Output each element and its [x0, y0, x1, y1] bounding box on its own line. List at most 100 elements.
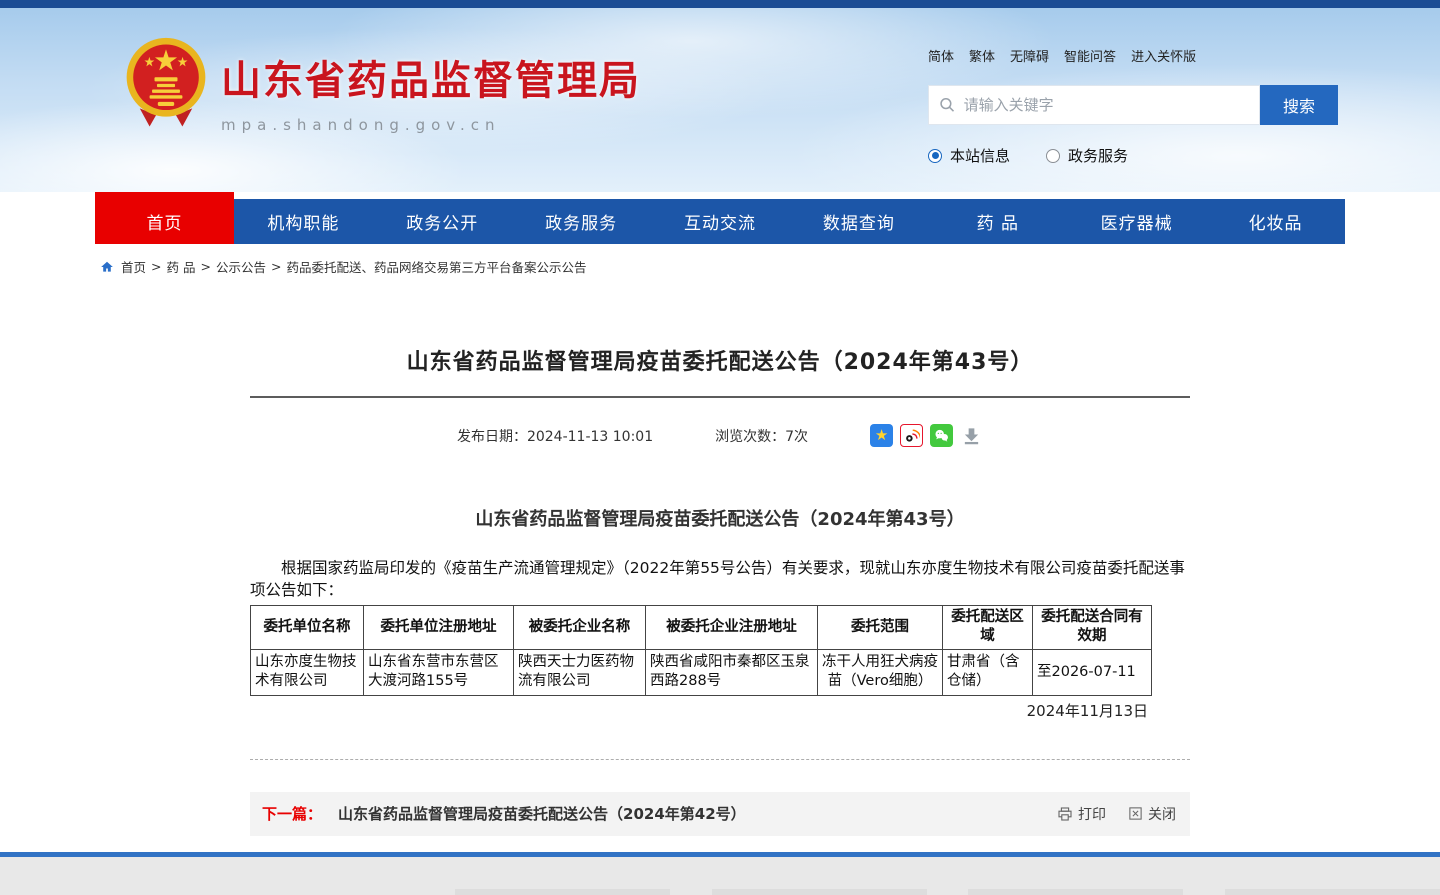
radio-gov-services[interactable]: 政务服务 — [1046, 145, 1128, 166]
article-content: 山东省药品监督管理局疫苗委托配送公告（2024年第43号） 发布日期：2024-… — [250, 348, 1190, 836]
top-utility-links: 简体 繁体 无障碍 智能问答 进入关怀版 — [928, 46, 1338, 65]
table-header-row: 委托单位名称 委托单位注册地址 被委托企业名称 被委托企业注册地址 委托范围 委… — [251, 605, 1152, 649]
close-icon — [1128, 806, 1143, 821]
footer-widget — [1225, 889, 1440, 895]
print-button[interactable]: 打印 — [1057, 804, 1106, 824]
prev-article: 下一篇： 山东省药品监督管理局疫苗委托配送公告（2024年第42号） — [262, 803, 746, 824]
prev-article-bar: 下一篇： 山东省药品监督管理局疫苗委托配送公告（2024年第42号） 打印 — [250, 792, 1190, 836]
radio-site-info-label: 本站信息 — [950, 145, 1010, 166]
breadcrumb-separator: > — [271, 259, 281, 274]
nav-item-functions[interactable]: 机构职能 — [234, 192, 373, 244]
nav-item-interaction[interactable]: 互动交流 — [651, 192, 790, 244]
search-input[interactable] — [964, 96, 1249, 114]
radio-unchecked-icon[interactable] — [1046, 149, 1060, 163]
title-divider — [250, 396, 1190, 398]
col-region: 委托配送区域 — [943, 605, 1033, 649]
site-header: 山东省药品监督管理局 mpa.shandong.gov.cn 简体 繁体 无障碍… — [0, 8, 1440, 192]
page-title: 山东省药品监督管理局疫苗委托配送公告（2024年第43号） — [250, 348, 1190, 379]
footer-widget — [968, 889, 1183, 895]
home-icon — [100, 260, 114, 274]
breadcrumb-public-notices[interactable]: 公示公告 — [216, 257, 266, 276]
link-traditional[interactable]: 繁体 — [969, 46, 995, 65]
print-label: 打印 — [1078, 804, 1106, 824]
article-meta: 发布日期：2024-11-13 10:01 浏览次数：7次 — [250, 423, 1190, 449]
view-count-label: 浏览次数： — [715, 429, 785, 445]
cell-contract-validity: 至2026-07-11 — [1033, 649, 1152, 695]
close-label: 关闭 — [1148, 804, 1176, 824]
prev-article-label: 下一篇： — [262, 803, 322, 824]
breadcrumb-current-section[interactable]: 药品委托配送、药品网络交易第三方平台备案公示公告 — [286, 257, 586, 276]
footer-widget — [712, 889, 927, 895]
article-paragraph: 根据国家药监局印发的《疫苗生产流通管理规定》（2022年第55号公告）有关要求，… — [250, 557, 1190, 602]
close-button[interactable]: 关闭 — [1128, 804, 1176, 824]
footer-widget — [455, 889, 670, 895]
sign-date: 2024年11月13日 — [250, 700, 1190, 721]
printer-icon — [1057, 806, 1073, 822]
col-entrusted-address: 被委托企业注册地址 — [646, 605, 818, 649]
table-body: 山东亦度生物技术有限公司 山东省东营市东营区大渡河路155号 陕西天士力医药物流… — [251, 649, 1152, 695]
link-smart-qa[interactable]: 智能问答 — [1064, 46, 1116, 65]
nav-item-gov-services[interactable]: 政务服务 — [512, 192, 651, 244]
breadcrumb-drugs[interactable]: 药 品 — [167, 257, 196, 276]
nav-item-cosmetics[interactable]: 化妆品 — [1206, 192, 1345, 244]
wechat-icon[interactable] — [930, 424, 953, 447]
table-header: 委托单位名称 委托单位注册地址 被委托企业名称 被委托企业注册地址 委托范围 委… — [251, 605, 1152, 649]
nav-item-home[interactable]: 首页 — [95, 192, 234, 244]
cell-entrusted-address: 陕西省咸阳市秦都区玉泉西路288号 — [646, 649, 818, 695]
link-simplified[interactable]: 简体 — [928, 46, 954, 65]
nav-item-gov-disclosure[interactable]: 政务公开 — [373, 192, 512, 244]
article-tools: 打印 关闭 — [1057, 804, 1176, 824]
cell-entrusted-name: 陕西天士力医药物流有限公司 — [514, 649, 646, 695]
nav-item-medical-devices[interactable]: 医疗器械 — [1067, 192, 1206, 244]
national-emblem-icon — [125, 36, 207, 130]
table-row: 山东亦度生物技术有限公司 山东省东营市东营区大渡河路155号 陕西天士力医药物流… — [251, 649, 1152, 695]
search-button[interactable]: 搜索 — [1260, 85, 1338, 125]
site-url: mpa.shandong.gov.cn — [221, 116, 641, 134]
share-icons — [870, 424, 983, 447]
breadcrumb: 首页 > 药 品 > 公示公告 > 药品委托配送、药品网络交易第三方平台备案公示… — [100, 257, 1440, 276]
nav-item-drugs[interactable]: 药 品 — [928, 192, 1067, 244]
radio-gov-services-label: 政务服务 — [1068, 145, 1128, 166]
search-bar: 搜索 — [928, 85, 1338, 125]
col-scope: 委托范围 — [818, 605, 943, 649]
search-scope-radios: 本站信息 政务服务 — [928, 145, 1338, 166]
article-inner-title: 山东省药品监督管理局疫苗委托配送公告（2024年第43号） — [250, 505, 1190, 531]
breadcrumb-separator: > — [151, 259, 161, 274]
nav-item-data-query[interactable]: 数据查询 — [789, 192, 928, 244]
qzone-icon[interactable] — [870, 424, 893, 447]
search-box — [928, 85, 1260, 125]
page-footer — [0, 852, 1440, 895]
publish-date-value: 2024-11-13 10:01 — [527, 429, 653, 445]
col-entrusting-address: 委托单位注册地址 — [364, 605, 514, 649]
nav-items: 首页 机构职能 政务公开 政务服务 互动交流 数据查询 药 品 医疗器械 化妆品 — [95, 192, 1345, 244]
view-count-value: 7次 — [785, 429, 808, 445]
top-strip — [0, 0, 1440, 8]
weibo-icon[interactable] — [900, 424, 923, 447]
breadcrumb-separator: > — [200, 259, 210, 274]
cell-entrusting-address: 山东省东营市东营区大渡河路155号 — [364, 649, 514, 695]
delegation-table: 委托单位名称 委托单位注册地址 被委托企业名称 被委托企业注册地址 委托范围 委… — [250, 605, 1152, 696]
view-count: 浏览次数：7次 — [715, 426, 808, 446]
publish-date: 发布日期：2024-11-13 10:01 — [457, 426, 653, 446]
site-logo[interactable]: 山东省药品监督管理局 mpa.shandong.gov.cn — [125, 36, 641, 134]
breadcrumb-home[interactable]: 首页 — [121, 257, 146, 276]
dotted-divider — [250, 759, 1190, 760]
radio-checked-icon[interactable] — [928, 149, 942, 163]
col-contract-validity: 委托配送合同有效期 — [1033, 605, 1152, 649]
col-entrusting-name: 委托单位名称 — [251, 605, 364, 649]
logo-text: 山东省药品监督管理局 mpa.shandong.gov.cn — [221, 48, 641, 134]
download-icon[interactable] — [960, 424, 983, 447]
link-accessibility[interactable]: 无障碍 — [1010, 46, 1049, 65]
radio-site-info[interactable]: 本站信息 — [928, 145, 1010, 166]
prev-article-link[interactable]: 山东省药品监督管理局疫苗委托配送公告（2024年第42号） — [338, 803, 746, 824]
site-name: 山东省药品监督管理局 — [221, 48, 641, 106]
cell-region: 甘肃省（含仓储） — [943, 649, 1033, 695]
search-icon — [939, 96, 956, 114]
main-nav: 首页 机构职能 政务公开 政务服务 互动交流 数据查询 药 品 医疗器械 化妆品 — [95, 192, 1345, 244]
cell-entrusting-name: 山东亦度生物技术有限公司 — [251, 649, 364, 695]
col-entrusted-name: 被委托企业名称 — [514, 605, 646, 649]
header-right: 简体 繁体 无障碍 智能问答 进入关怀版 搜索 本 — [928, 46, 1338, 166]
cell-scope: 冻干人用狂犬病疫苗（Vero细胞） — [818, 649, 943, 695]
publish-date-label: 发布日期： — [457, 429, 527, 445]
link-care-version[interactable]: 进入关怀版 — [1131, 46, 1196, 65]
